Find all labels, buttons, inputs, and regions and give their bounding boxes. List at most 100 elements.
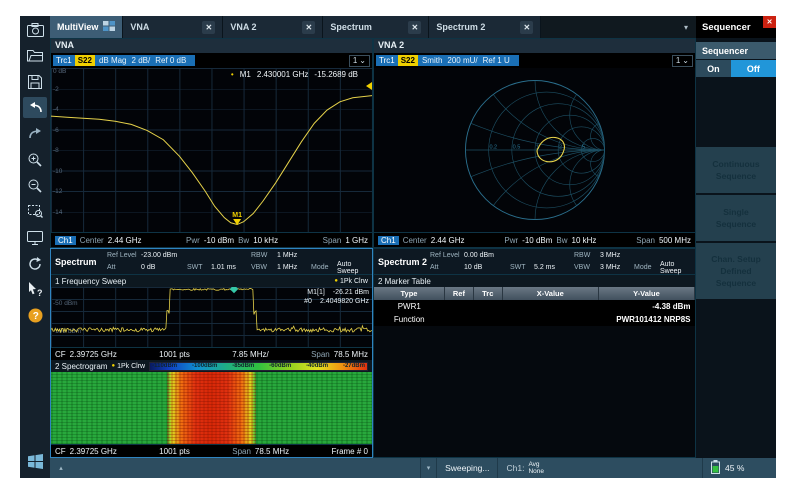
trace-legend: ●1Pk Clrw xyxy=(334,278,368,285)
tab-overflow-button[interactable]: ▾ xyxy=(676,16,696,38)
marker-m1[interactable]: M1 xyxy=(232,212,242,225)
cell-ref xyxy=(445,300,474,313)
single-sequence-button[interactable]: Single Sequence xyxy=(696,195,776,241)
span-value[interactable]: 78.5 MHz xyxy=(255,447,289,456)
mode-value[interactable]: Auto Sweep xyxy=(660,261,695,275)
swt-value[interactable]: 1.01 ms xyxy=(211,264,251,271)
spectrogram-display[interactable] xyxy=(51,372,372,444)
center-value[interactable]: 2.44 GHz xyxy=(431,236,465,245)
vna2-smith-chart[interactable]: 0.20.5125 xyxy=(374,68,695,232)
tab-vna[interactable]: VNA ✕ xyxy=(123,16,223,38)
sweep-pane-title: 1 Frequency Sweep ●1Pk Clrw xyxy=(51,275,372,287)
save-icon[interactable] xyxy=(23,71,47,92)
open-icon[interactable] xyxy=(23,45,47,66)
cell-trc xyxy=(473,313,502,326)
close-icon[interactable]: ✕ xyxy=(202,21,215,34)
bw-label: Bw xyxy=(556,236,567,245)
center-value[interactable]: 2.44 GHz xyxy=(108,236,142,245)
sequencer-off-button[interactable]: Off xyxy=(731,60,776,77)
tab-bar-filler xyxy=(541,16,676,38)
trace-format-chip[interactable]: Smith200 mU/Ref 1 U xyxy=(418,55,519,66)
points-value: 1001 pts xyxy=(159,447,190,456)
frame-value[interactable]: Frame # 0 xyxy=(332,447,368,456)
span-value[interactable]: 500 MHz xyxy=(659,236,691,245)
sequencer-on-button[interactable]: On xyxy=(696,60,731,77)
mode-label: Mode xyxy=(311,264,337,271)
swt-value[interactable]: 5.2 ms xyxy=(534,264,574,271)
channel-chip[interactable]: Ch1 xyxy=(55,236,76,245)
close-icon[interactable]: ✕ xyxy=(302,21,315,34)
cell-type: PWR1 xyxy=(374,300,445,313)
table-row[interactable]: PWR1 -4.38 dBm xyxy=(374,300,695,313)
status-collapse-icon[interactable]: ▴ xyxy=(50,464,72,472)
att-value[interactable]: 10 dB xyxy=(464,264,510,271)
tab-label: VNA 2 xyxy=(230,22,293,32)
undo-icon[interactable] xyxy=(23,97,47,118)
col-trc[interactable]: Trc xyxy=(473,287,502,300)
tab-spectrum-2[interactable]: Spectrum 2 ✕ xyxy=(429,16,541,38)
trace-name-chip[interactable]: Trc1 xyxy=(376,55,398,66)
cell-x-value xyxy=(502,300,598,313)
frequency-sweep-chart[interactable]: -50 dBm -100 dBm M1[1]-26.21 dBm #02.404… xyxy=(51,287,372,347)
span-value[interactable]: 78.5 MHz xyxy=(334,350,368,359)
col-y-value[interactable]: Y-Value xyxy=(598,287,694,300)
span-value[interactable]: 1 GHz xyxy=(345,236,368,245)
spectrogram-color-scale: -110dBm -100dBm -85dBm -60dBm -40dBm -27… xyxy=(149,362,368,371)
vna2-window[interactable]: VNA 2 Trc1 S22 Smith200 mU/Ref 1 U 1⌄ 0.… xyxy=(373,38,696,248)
trace-selector-dropdown[interactable]: 1⌄ xyxy=(672,55,693,67)
chan-setup-defined-sequence-button[interactable]: Chan. Setup Defined Sequence xyxy=(696,243,776,299)
spectrum-window[interactable]: Spectrum Ref Level -23.00 dBm RBW 1 MHz … xyxy=(50,248,373,458)
main-area: VNA Trc1 S22 dB Mag2 dB/Ref 0 dB 1⌄ 0 dB… xyxy=(50,38,696,458)
rbw-value[interactable]: 3 MHz xyxy=(600,252,634,259)
pwr-value[interactable]: -10 dBm xyxy=(522,236,552,245)
sparam-chip[interactable]: S22 xyxy=(75,55,95,66)
col-x-value[interactable]: X-Value xyxy=(502,287,598,300)
bw-label: Bw xyxy=(238,236,249,245)
vna2-window-title: VNA 2 xyxy=(374,39,695,53)
redo-icon[interactable] xyxy=(23,123,47,144)
trace-selector-dropdown[interactable]: 1⌄ xyxy=(349,55,370,67)
cf-value[interactable]: 2.39725 GHz xyxy=(70,350,117,359)
att-value[interactable]: 0 dB xyxy=(141,264,187,271)
zoom-selection-icon[interactable] xyxy=(23,201,47,222)
tab-vna-2[interactable]: VNA 2 ✕ xyxy=(223,16,323,38)
bw-value[interactable]: 10 kHz xyxy=(572,236,597,245)
mode-value[interactable]: Auto Sweep xyxy=(337,261,372,275)
zoom-out-icon[interactable] xyxy=(23,175,47,196)
tab-multiview[interactable]: MultiView xyxy=(50,16,123,38)
col-type[interactable]: Type xyxy=(374,287,445,300)
close-icon[interactable]: ✕ xyxy=(408,21,421,34)
close-icon[interactable]: ✕ xyxy=(763,16,776,28)
zoom-in-icon[interactable] xyxy=(23,149,47,170)
cf-value[interactable]: 2.39725 GHz xyxy=(70,447,117,456)
help-icon[interactable]: ? xyxy=(23,305,47,326)
vna-trace-row: Trc1 S22 dB Mag2 dB/Ref 0 dB 1⌄ xyxy=(51,53,372,68)
refresh-icon[interactable] xyxy=(23,253,47,274)
rbw-value[interactable]: 1 MHz xyxy=(277,252,311,259)
tab-spectrum[interactable]: Spectrum ✕ xyxy=(323,16,429,38)
ref-level-value[interactable]: 0.00 dBm xyxy=(464,252,510,259)
vna-chart[interactable]: 0 dB -2 -4 -6 -8 -10 -12 -14 • M1 2.4300… xyxy=(51,68,372,232)
trace-format-chip[interactable]: dB Mag2 dB/Ref 0 dB xyxy=(95,55,195,66)
bw-value[interactable]: 10 kHz xyxy=(253,236,278,245)
channel-chip[interactable]: Ch1 xyxy=(378,236,399,245)
vna-window[interactable]: VNA Trc1 S22 dB Mag2 dB/Ref 0 dB 1⌄ 0 dB… xyxy=(50,38,373,248)
spectrum2-window[interactable]: Spectrum 2 Ref Level 0.00 dBm RBW 3 MHz … xyxy=(373,248,696,458)
status-dropdown-icon[interactable]: ▾ xyxy=(420,458,436,478)
smith-diagram: 0.20.5125 xyxy=(456,71,614,229)
display-icon[interactable] xyxy=(23,227,47,248)
trace-name-chip[interactable]: Trc1 xyxy=(53,55,75,66)
close-icon[interactable]: ✕ xyxy=(520,21,533,34)
pwr-value[interactable]: -10 dBm xyxy=(204,236,234,245)
legend-text: 1Pk Clrw xyxy=(340,278,368,285)
continuous-sequence-button[interactable]: Continuous Sequence xyxy=(696,147,776,193)
screenshot-icon[interactable] xyxy=(23,19,47,40)
vbw-value[interactable]: 1 MHz xyxy=(277,264,311,271)
vbw-value[interactable]: 3 MHz xyxy=(600,264,634,271)
windows-start-icon[interactable] xyxy=(23,450,47,472)
help-pointer-icon[interactable]: ? xyxy=(23,279,47,300)
col-ref[interactable]: Ref xyxy=(445,287,474,300)
table-row[interactable]: Function PWR101412 NRP8S xyxy=(374,313,695,326)
sparam-chip[interactable]: S22 xyxy=(398,55,418,66)
ref-level-value[interactable]: -23.00 dBm xyxy=(141,252,187,259)
